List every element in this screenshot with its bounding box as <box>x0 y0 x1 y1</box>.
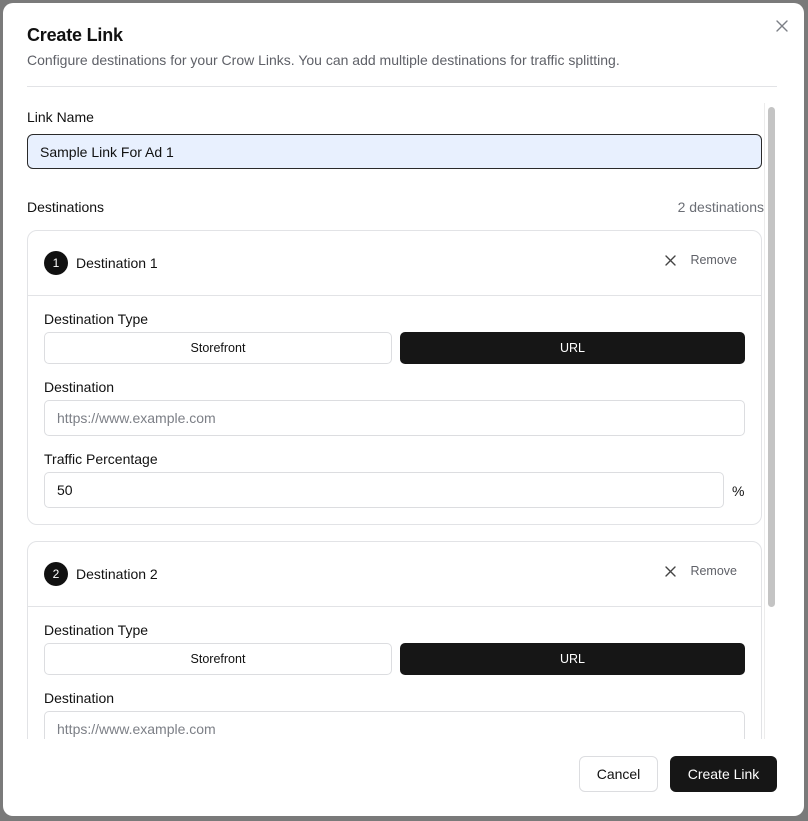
destination-card-1: 1 Destination 1 Remove Destination Type … <box>27 230 762 525</box>
close-icon[interactable] <box>773 17 791 35</box>
remove-label: Remove <box>690 253 737 267</box>
url-option[interactable]: URL <box>400 332 745 364</box>
dialog-subtitle: Configure destinations for your Crow Lin… <box>27 52 620 68</box>
destination-label: Destination <box>44 690 115 706</box>
cancel-button[interactable]: Cancel <box>579 756 658 792</box>
destination-title: Destination 2 <box>76 566 158 582</box>
link-name-label: Link Name <box>27 109 94 125</box>
destination-card-header: 1 Destination 1 Remove <box>28 231 761 296</box>
remove-label: Remove <box>690 564 737 578</box>
scrollbar-thumb[interactable] <box>768 107 775 607</box>
remove-destination-button[interactable]: Remove <box>665 253 737 267</box>
destination-url-input[interactable] <box>44 400 745 436</box>
destination-card-2: 2 Destination 2 Remove Destination Type … <box>27 541 762 739</box>
destination-type-label: Destination Type <box>44 622 149 638</box>
destination-url-input[interactable] <box>44 711 745 739</box>
x-icon <box>665 565 677 577</box>
percent-unit: % <box>732 483 745 499</box>
storefront-option[interactable]: Storefront <box>44 332 392 364</box>
storefront-option[interactable]: Storefront <box>44 643 392 675</box>
destination-type-label: Destination Type <box>44 311 149 327</box>
dialog-title: Create Link <box>27 25 123 45</box>
link-name-input[interactable] <box>27 134 762 169</box>
destinations-label: Destinations <box>27 199 105 215</box>
traffic-percentage-label: Traffic Percentage <box>44 451 158 467</box>
create-link-button[interactable]: Create Link <box>670 756 777 792</box>
form-scroll-area[interactable]: Link Name Destinations 2 destinations 1 … <box>3 87 804 739</box>
x-icon <box>665 254 677 266</box>
url-option[interactable]: URL <box>400 643 745 675</box>
scrollbar[interactable] <box>764 103 776 739</box>
create-link-dialog: Create Link Configure destinations for y… <box>3 3 804 816</box>
destination-number-badge: 1 <box>44 251 68 275</box>
destination-label: Destination <box>44 379 115 395</box>
destination-card-header: 2 Destination 2 Remove <box>28 542 761 607</box>
destinations-count: 2 destinations <box>677 199 764 215</box>
destination-number-badge: 2 <box>44 562 68 586</box>
traffic-percentage-input[interactable] <box>44 472 724 508</box>
destination-title: Destination 1 <box>76 255 158 271</box>
remove-destination-button[interactable]: Remove <box>665 564 737 578</box>
